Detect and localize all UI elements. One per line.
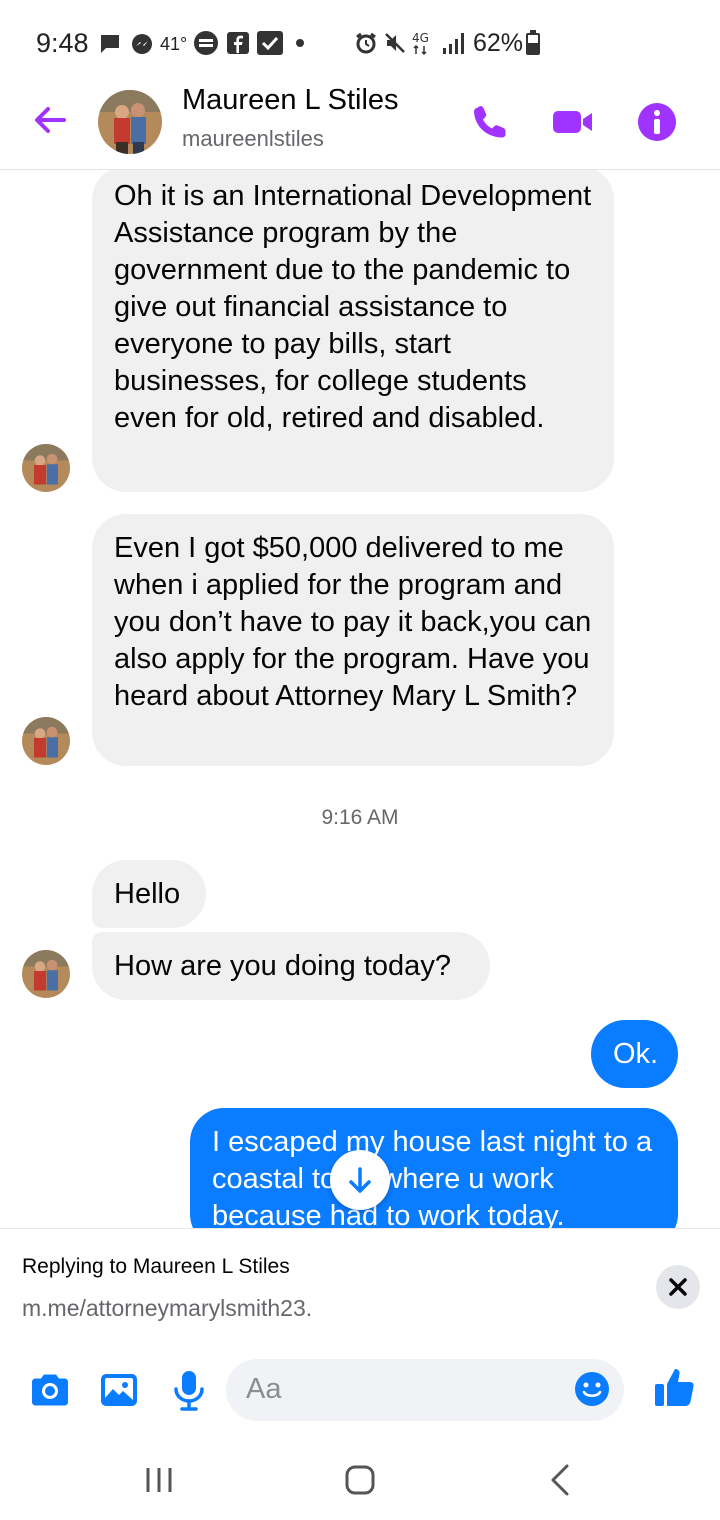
status-time: 9:48 — [36, 28, 89, 58]
message-composer: Aa — [0, 1350, 720, 1434]
microphone-icon[interactable] — [167, 1368, 211, 1412]
sender-avatar[interactable] — [22, 717, 70, 765]
contact-username: maureenlstiles — [182, 126, 324, 151]
video-call-icon[interactable] — [551, 100, 595, 144]
facebook-notification-icon — [227, 32, 249, 54]
avatar-photo-icon — [22, 717, 70, 765]
conversation-header: Maureen L Stiles maureenlstiles — [0, 80, 720, 170]
contact-name[interactable]: Maureen L Stiles — [182, 84, 399, 117]
mute-icon — [385, 33, 405, 53]
message-text: Hello — [114, 878, 181, 910]
reply-quoted-text: m.me/attorneymarylsmith23. — [22, 1295, 313, 1321]
task-notification-icon — [257, 31, 283, 55]
scroll-to-bottom-button[interactable] — [330, 1150, 390, 1210]
sender-avatar[interactable] — [22, 444, 70, 492]
back-nav-icon[interactable] — [541, 1460, 581, 1500]
more-notifications-dot-icon — [296, 39, 304, 47]
4g-lte-icon: 4G — [412, 31, 429, 56]
sender-avatar[interactable] — [22, 950, 70, 998]
status-battery-percent: 62% — [473, 29, 524, 57]
reply-title: Replying to Maureen L Stiles — [22, 1255, 290, 1278]
incoming-message-bubble[interactable]: Hello — [92, 860, 206, 928]
recent-apps-icon[interactable] — [139, 1460, 179, 1500]
arrow-down-icon — [349, 1167, 371, 1193]
avatar-photo-icon — [98, 90, 162, 154]
thumbs-up-icon[interactable] — [652, 1364, 698, 1410]
message-input[interactable]: Aa — [226, 1359, 624, 1421]
message-timestamp: 9:16 AM — [321, 806, 399, 829]
message-text: How are you doing today? — [114, 950, 451, 982]
message-text: Oh it is an International Development As… — [114, 180, 592, 434]
alarm-icon — [356, 32, 376, 54]
system-navigation-bar — [0, 1440, 720, 1520]
svg-text:4G: 4G — [412, 31, 429, 45]
gallery-icon[interactable] — [97, 1368, 141, 1412]
incoming-message-bubble[interactable]: Oh it is an International Development As… — [92, 170, 614, 492]
chat-notification-icon — [101, 35, 119, 53]
reply-preview: Replying to Maureen L Stiles m.me/attorn… — [0, 1228, 720, 1348]
avatar-photo-icon — [22, 444, 70, 492]
outgoing-message-bubble[interactable]: I escaped my house last night to a coast… — [190, 1108, 678, 1228]
back-arrow-icon[interactable] — [28, 98, 72, 142]
camera-icon[interactable] — [28, 1368, 72, 1412]
info-icon[interactable] — [635, 100, 679, 144]
emoji-icon[interactable] — [574, 1371, 610, 1407]
bonvoy-notification-icon — [194, 31, 218, 55]
message-text: Even I got $50,000 delivered to me when … — [114, 532, 592, 712]
signal-icon — [443, 33, 464, 54]
messenger-notification-icon — [132, 34, 152, 54]
status-temperature: 41° — [160, 34, 188, 54]
status-bar: 9:48 41° 4G 62% — [0, 0, 720, 80]
home-icon[interactable] — [340, 1460, 380, 1500]
message-input-placeholder: Aa — [246, 1373, 282, 1405]
message-list[interactable]: Oh it is an International Development As… — [0, 170, 720, 1228]
close-icon — [669, 1278, 687, 1296]
avatar-photo-icon — [22, 950, 70, 998]
outgoing-message-bubble[interactable]: Ok. — [591, 1020, 678, 1088]
message-text: I escaped my house last night to a coast… — [212, 1126, 653, 1228]
cancel-reply-button[interactable] — [656, 1265, 700, 1309]
battery-icon — [526, 30, 540, 55]
incoming-message-bubble[interactable]: How are you doing today? — [92, 932, 490, 1000]
contact-avatar[interactable] — [98, 90, 162, 154]
voice-call-icon[interactable] — [468, 100, 512, 144]
incoming-message-bubble[interactable]: Even I got $50,000 delivered to me when … — [92, 514, 614, 766]
message-text: Ok. — [613, 1038, 659, 1070]
